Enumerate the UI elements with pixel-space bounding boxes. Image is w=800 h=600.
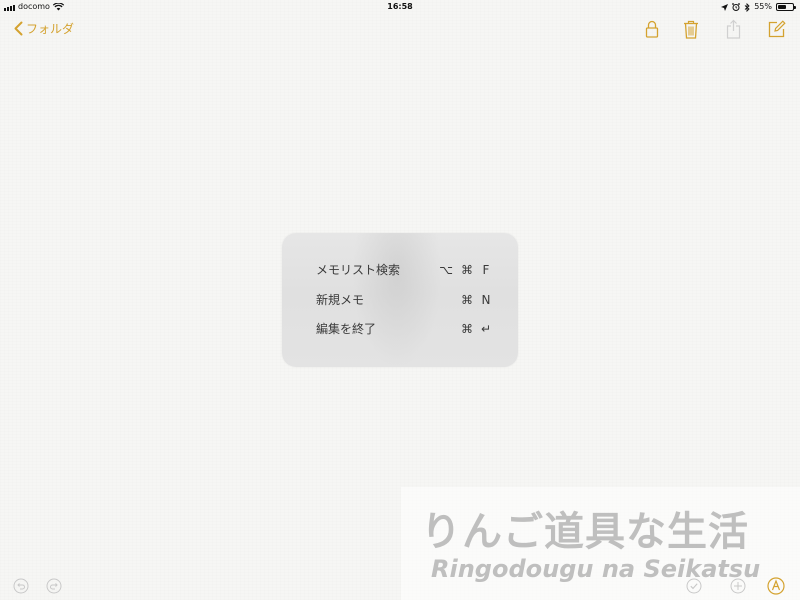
add-icon xyxy=(730,578,746,594)
redo-button[interactable] xyxy=(44,576,64,596)
command-key: ⌘ xyxy=(461,293,473,307)
status-bar: docomo 16:58 55% xyxy=(0,0,800,14)
note-actions-toolbar xyxy=(0,17,800,41)
share-button[interactable] xyxy=(722,17,744,41)
shortcut-label: 編集を終了 xyxy=(316,322,377,336)
checklist-button[interactable] xyxy=(684,576,704,596)
letter-key: N xyxy=(481,293,491,307)
redo-icon xyxy=(46,578,62,594)
trash-icon xyxy=(684,20,698,39)
letter-key: F xyxy=(482,263,490,277)
delete-button[interactable] xyxy=(680,17,702,41)
watermark-en: Ringodougu na Seikatsu xyxy=(431,555,761,583)
shortcut-keys: ⌥ ⌘ F xyxy=(439,261,491,279)
shortcut-keys: ⌘ ↵ xyxy=(461,320,491,338)
clock: 16:58 xyxy=(387,2,413,11)
status-right: 55% xyxy=(721,0,796,14)
command-key: ⌘ xyxy=(461,263,473,277)
watermark-jp: りんご道具な生活 xyxy=(421,509,749,555)
checklist-icon xyxy=(686,578,702,594)
location-arrow-icon xyxy=(721,3,729,11)
compose-icon xyxy=(768,20,786,38)
keyboard-shortcuts-overlay: メモリスト検索 ⌥ ⌘ F 新規メモ ⌘ N 編集を終了 ⌘ ↵ xyxy=(282,233,518,367)
option-key: ⌥ xyxy=(439,263,453,277)
compose-button[interactable] xyxy=(766,17,788,41)
shortcut-label: 新規メモ xyxy=(316,293,365,307)
shortcut-row-search[interactable]: メモリスト検索 ⌥ ⌘ F xyxy=(316,261,491,279)
shortcut-label: メモリスト検索 xyxy=(316,263,401,277)
undo-icon xyxy=(13,578,29,594)
command-key: ⌘ xyxy=(460,322,473,336)
battery-percent: 55% xyxy=(754,2,772,11)
undo-button[interactable] xyxy=(11,576,31,596)
shortcut-keys: ⌘ N xyxy=(461,291,491,309)
battery-level xyxy=(778,5,786,9)
battery-icon xyxy=(776,3,796,11)
alarm-icon xyxy=(732,3,741,11)
return-key: ↵ xyxy=(480,322,491,336)
lock-button[interactable] xyxy=(641,17,663,41)
markup-icon xyxy=(767,577,785,595)
lock-icon xyxy=(645,20,659,38)
shortcut-row-end-editing[interactable]: 編集を終了 ⌘ ↵ xyxy=(316,320,491,338)
bluetooth-icon xyxy=(744,2,750,12)
shortcut-row-new-note[interactable]: 新規メモ ⌘ N xyxy=(316,291,491,309)
share-icon xyxy=(726,19,740,39)
add-button[interactable] xyxy=(728,576,748,596)
markup-button[interactable] xyxy=(766,576,786,596)
